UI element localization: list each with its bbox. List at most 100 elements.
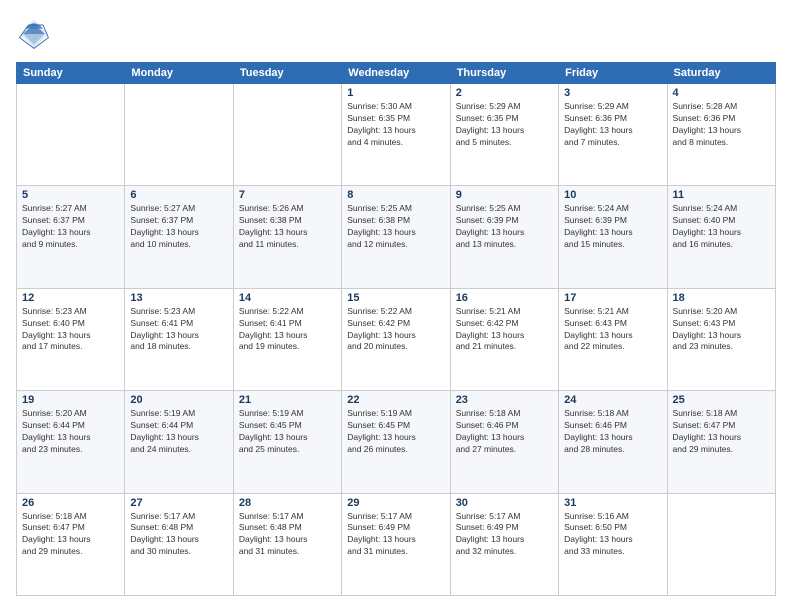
day-number: 16 [456, 292, 553, 304]
day-info: Sunrise: 5:30 AM Sunset: 6:35 PM Dayligh… [347, 101, 444, 149]
header [16, 16, 776, 52]
weekday-header-saturday: Saturday [667, 63, 775, 84]
calendar-cell: 15 Sunrise: 5:22 AM Sunset: 6:42 PM Dayli… [342, 288, 450, 390]
calendar-week-1: 1 Sunrise: 5:30 AM Sunset: 6:35 PM Daylig… [17, 84, 776, 186]
day-info: Sunrise: 5:16 AM Sunset: 6:50 PM Dayligh… [564, 511, 661, 559]
day-number: 7 [239, 189, 336, 201]
day-number: 11 [673, 189, 770, 201]
calendar-body: 1 Sunrise: 5:30 AM Sunset: 6:35 PM Daylig… [17, 84, 776, 596]
calendar-cell: 7 Sunrise: 5:26 AM Sunset: 6:38 PM Daylig… [233, 186, 341, 288]
weekday-header-wednesday: Wednesday [342, 63, 450, 84]
day-number: 13 [130, 292, 227, 304]
day-number: 18 [673, 292, 770, 304]
day-number: 23 [456, 394, 553, 406]
day-number: 24 [564, 394, 661, 406]
calendar-header: SundayMondayTuesdayWednesdayThursdayFrid… [17, 63, 776, 84]
day-number: 9 [456, 189, 553, 201]
day-info: Sunrise: 5:27 AM Sunset: 6:37 PM Dayligh… [22, 203, 119, 251]
calendar-cell: 13 Sunrise: 5:23 AM Sunset: 6:41 PM Dayli… [125, 288, 233, 390]
calendar-cell: 18 Sunrise: 5:20 AM Sunset: 6:43 PM Dayli… [667, 288, 775, 390]
calendar-cell: 25 Sunrise: 5:18 AM Sunset: 6:47 PM Dayli… [667, 391, 775, 493]
day-info: Sunrise: 5:21 AM Sunset: 6:42 PM Dayligh… [456, 306, 553, 354]
day-info: Sunrise: 5:22 AM Sunset: 6:41 PM Dayligh… [239, 306, 336, 354]
day-number: 29 [347, 497, 444, 509]
calendar-cell [17, 84, 125, 186]
day-info: Sunrise: 5:18 AM Sunset: 6:46 PM Dayligh… [456, 408, 553, 456]
day-number: 26 [22, 497, 119, 509]
day-number: 27 [130, 497, 227, 509]
calendar-week-4: 19 Sunrise: 5:20 AM Sunset: 6:44 PM Dayli… [17, 391, 776, 493]
calendar-cell: 24 Sunrise: 5:18 AM Sunset: 6:46 PM Dayli… [559, 391, 667, 493]
day-info: Sunrise: 5:18 AM Sunset: 6:47 PM Dayligh… [673, 408, 770, 456]
calendar-week-3: 12 Sunrise: 5:23 AM Sunset: 6:40 PM Dayli… [17, 288, 776, 390]
day-info: Sunrise: 5:17 AM Sunset: 6:48 PM Dayligh… [130, 511, 227, 559]
weekday-header-monday: Monday [125, 63, 233, 84]
day-number: 5 [22, 189, 119, 201]
day-info: Sunrise: 5:17 AM Sunset: 6:48 PM Dayligh… [239, 511, 336, 559]
calendar-cell: 31 Sunrise: 5:16 AM Sunset: 6:50 PM Dayli… [559, 493, 667, 595]
day-info: Sunrise: 5:28 AM Sunset: 6:36 PM Dayligh… [673, 101, 770, 149]
day-info: Sunrise: 5:29 AM Sunset: 6:35 PM Dayligh… [456, 101, 553, 149]
calendar-week-2: 5 Sunrise: 5:27 AM Sunset: 6:37 PM Daylig… [17, 186, 776, 288]
day-info: Sunrise: 5:25 AM Sunset: 6:38 PM Dayligh… [347, 203, 444, 251]
day-number: 14 [239, 292, 336, 304]
day-number: 22 [347, 394, 444, 406]
calendar-cell: 2Sunrise: 5:29 AM Sunset: 6:35 PM Daylig… [450, 84, 558, 186]
page: SundayMondayTuesdayWednesdayThursdayFrid… [0, 0, 792, 612]
day-number: 15 [347, 292, 444, 304]
day-number: 25 [673, 394, 770, 406]
calendar-cell [125, 84, 233, 186]
day-info: Sunrise: 5:27 AM Sunset: 6:37 PM Dayligh… [130, 203, 227, 251]
day-info: Sunrise: 5:26 AM Sunset: 6:38 PM Dayligh… [239, 203, 336, 251]
day-info: Sunrise: 5:19 AM Sunset: 6:45 PM Dayligh… [239, 408, 336, 456]
day-info: Sunrise: 5:21 AM Sunset: 6:43 PM Dayligh… [564, 306, 661, 354]
day-info: Sunrise: 5:18 AM Sunset: 6:46 PM Dayligh… [564, 408, 661, 456]
calendar-cell: 3Sunrise: 5:29 AM Sunset: 6:36 PM Daylig… [559, 84, 667, 186]
day-number: 19 [22, 394, 119, 406]
calendar-cell [667, 493, 775, 595]
calendar-week-5: 26 Sunrise: 5:18 AM Sunset: 6:47 PM Dayli… [17, 493, 776, 595]
day-info: Sunrise: 5:23 AM Sunset: 6:40 PM Dayligh… [22, 306, 119, 354]
day-info: Sunrise: 5:19 AM Sunset: 6:44 PM Dayligh… [130, 408, 227, 456]
day-info: Sunrise: 5:20 AM Sunset: 6:44 PM Dayligh… [22, 408, 119, 456]
day-number: 17 [564, 292, 661, 304]
weekday-row: SundayMondayTuesdayWednesdayThursdayFrid… [17, 63, 776, 84]
day-number: 6 [130, 189, 227, 201]
day-number: 21 [239, 394, 336, 406]
day-info: Sunrise: 5:24 AM Sunset: 6:39 PM Dayligh… [564, 203, 661, 251]
day-info: Sunrise: 5:19 AM Sunset: 6:45 PM Dayligh… [347, 408, 444, 456]
day-number: 31 [564, 497, 661, 509]
day-info: Sunrise: 5:22 AM Sunset: 6:42 PM Dayligh… [347, 306, 444, 354]
calendar-cell: 29 Sunrise: 5:17 AM Sunset: 6:49 PM Dayli… [342, 493, 450, 595]
day-info: Sunrise: 5:23 AM Sunset: 6:41 PM Dayligh… [130, 306, 227, 354]
calendar-cell: 16 Sunrise: 5:21 AM Sunset: 6:42 PM Dayli… [450, 288, 558, 390]
day-info: Sunrise: 5:25 AM Sunset: 6:39 PM Dayligh… [456, 203, 553, 251]
calendar-cell: 23 Sunrise: 5:18 AM Sunset: 6:46 PM Dayli… [450, 391, 558, 493]
weekday-header-thursday: Thursday [450, 63, 558, 84]
logo-icon [16, 16, 52, 52]
logo [16, 16, 56, 52]
day-info: Sunrise: 5:18 AM Sunset: 6:47 PM Dayligh… [22, 511, 119, 559]
day-info: Sunrise: 5:20 AM Sunset: 6:43 PM Dayligh… [673, 306, 770, 354]
calendar-cell: 6 Sunrise: 5:27 AM Sunset: 6:37 PM Daylig… [125, 186, 233, 288]
calendar-cell: 30 Sunrise: 5:17 AM Sunset: 6:49 PM Dayli… [450, 493, 558, 595]
day-info: Sunrise: 5:17 AM Sunset: 6:49 PM Dayligh… [347, 511, 444, 559]
day-number: 8 [347, 189, 444, 201]
day-info: Sunrise: 5:17 AM Sunset: 6:49 PM Dayligh… [456, 511, 553, 559]
calendar-cell: 9 Sunrise: 5:25 AM Sunset: 6:39 PM Daylig… [450, 186, 558, 288]
calendar-cell: 26 Sunrise: 5:18 AM Sunset: 6:47 PM Dayli… [17, 493, 125, 595]
calendar-cell: 8 Sunrise: 5:25 AM Sunset: 6:38 PM Daylig… [342, 186, 450, 288]
calendar-table: SundayMondayTuesdayWednesdayThursdayFrid… [16, 62, 776, 596]
calendar-cell [233, 84, 341, 186]
day-number: 10 [564, 189, 661, 201]
calendar-cell: 14 Sunrise: 5:22 AM Sunset: 6:41 PM Dayli… [233, 288, 341, 390]
calendar-cell: 17 Sunrise: 5:21 AM Sunset: 6:43 PM Dayli… [559, 288, 667, 390]
day-number: 12 [22, 292, 119, 304]
day-number: 30 [456, 497, 553, 509]
calendar-cell: 10 Sunrise: 5:24 AM Sunset: 6:39 PM Dayli… [559, 186, 667, 288]
day-number: 1 [347, 87, 444, 99]
day-info: Sunrise: 5:29 AM Sunset: 6:36 PM Dayligh… [564, 101, 661, 149]
calendar-cell: 22 Sunrise: 5:19 AM Sunset: 6:45 PM Dayli… [342, 391, 450, 493]
day-number: 28 [239, 497, 336, 509]
calendar-cell: 12 Sunrise: 5:23 AM Sunset: 6:40 PM Dayli… [17, 288, 125, 390]
